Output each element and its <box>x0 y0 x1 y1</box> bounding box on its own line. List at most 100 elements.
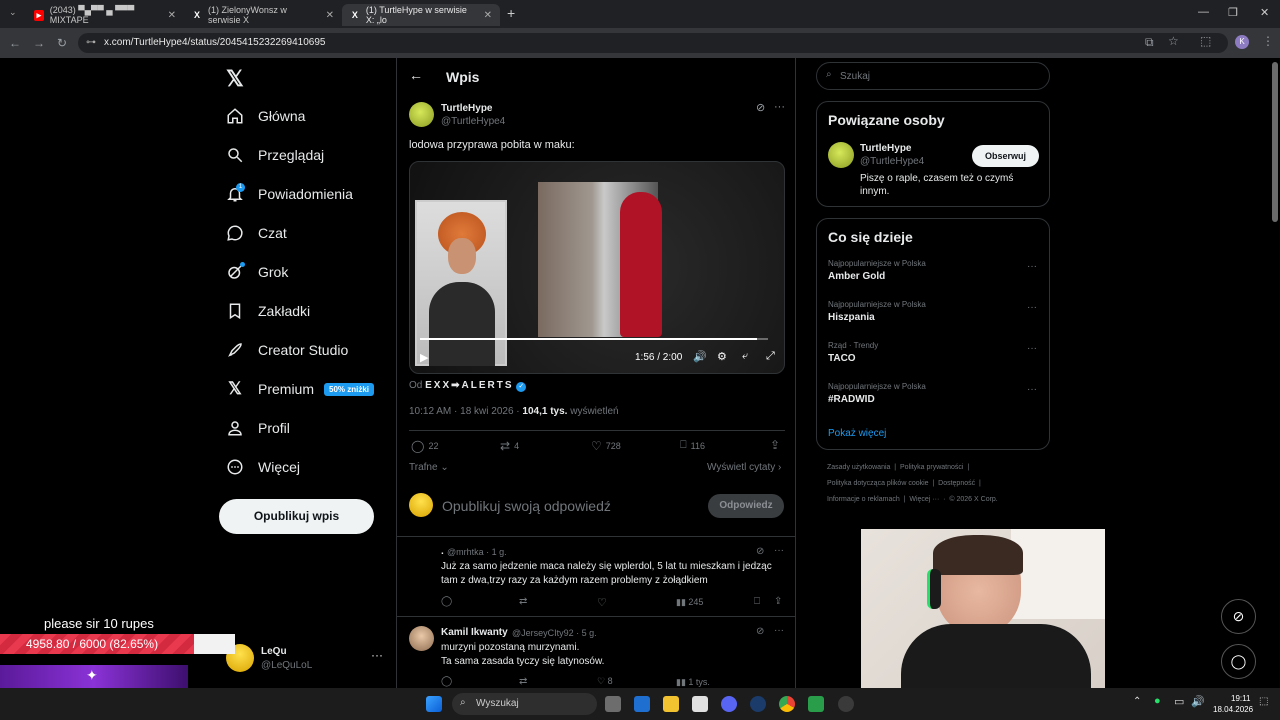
tab-youtube[interactable]: ▸ (2043) ▀▄▀▀ ▄ ▀▀▀ MIXTAPE ✕ <box>26 4 184 26</box>
reply-input[interactable]: Opublikuj swoją odpowiedź <box>442 498 611 514</box>
x-home-logo-icon[interactable]: 𝕏 <box>226 66 244 92</box>
network-icon[interactable]: ▭ <box>1174 695 1184 708</box>
back-arrow-icon[interactable]: ← <box>409 67 423 83</box>
nav-item-premium[interactable]: 𝕏 Premium 50% zniżki <box>226 374 375 404</box>
fullscreen-icon[interactable]: ⤢ <box>766 350 775 363</box>
chat-floating-button[interactable]: ◯ <box>1221 644 1256 679</box>
forward-icon[interactable]: → <box>33 36 45 50</box>
nav-item-bookmarks[interactable]: Zakładki <box>226 296 310 326</box>
repost-icon[interactable]: ⇄ <box>519 596 527 607</box>
address-bar[interactable]: ⊶ x.com/TurtleHype4/status/2045415232269… <box>78 33 1228 53</box>
obs-icon[interactable] <box>838 696 854 712</box>
play-icon[interactable]: ▶ <box>420 351 428 364</box>
show-more-link[interactable]: Pokaż więcej <box>828 428 886 439</box>
volume-icon[interactable]: 🔊 <box>693 350 707 363</box>
close-tab-icon[interactable]: ✕ <box>168 10 176 21</box>
footer-links[interactable]: Informacje o reklamach | Więcej ··· · © … <box>827 496 998 503</box>
taskbar-search[interactable]: ⌕ Wyszukaj <box>452 693 597 715</box>
reply-more-icon[interactable]: ··· <box>774 545 784 556</box>
grok-explain-icon[interactable]: ⊘ <box>756 101 765 114</box>
author-avatar[interactable] <box>409 102 434 127</box>
related-handle[interactable]: @TurtleHype4 <box>860 156 924 167</box>
grok-floating-button[interactable]: ⊘ <box>1221 599 1256 634</box>
site-info-icon[interactable]: ⊶ <box>86 33 96 53</box>
reply-icon[interactable]: ◯ <box>441 596 452 607</box>
nav-item-creator-studio[interactable]: Creator Studio <box>226 335 348 365</box>
extensions-icon[interactable]: ⬚ <box>1200 34 1211 48</box>
tab-list-chevron-icon[interactable]: ⌄ <box>9 7 17 18</box>
trend-item[interactable]: Najpopularniejsze w Polska #RADWID <box>828 382 926 405</box>
grok-explain-icon[interactable]: ⊘ <box>756 626 764 637</box>
menu-icon[interactable]: ⋮ <box>1262 34 1274 48</box>
account-switcher[interactable]: LeQu @LeQuLoL ··· <box>226 640 396 680</box>
nav-item-more[interactable]: Więcej <box>226 452 300 482</box>
back-icon[interactable]: ← <box>9 36 21 50</box>
reply-author-name[interactable]: . <box>441 546 444 557</box>
maximize-icon[interactable]: ❐ <box>1228 6 1238 19</box>
share-icon[interactable]: ⇪ <box>770 438 780 452</box>
related-name[interactable]: TurtleHype <box>860 143 912 154</box>
reply-author-name[interactable]: Kamil Ikwanty <box>441 627 508 638</box>
nav-item-explore[interactable]: Przeglądaj <box>226 140 324 170</box>
nav-item-profile[interactable]: Profil <box>226 413 290 443</box>
new-tab-icon[interactable]: + <box>507 5 515 21</box>
grok-explain-icon[interactable]: ⊘ <box>756 546 764 557</box>
related-avatar[interactable] <box>828 142 854 168</box>
task-view-icon[interactable] <box>605 696 621 712</box>
tab-x-turtlehype[interactable]: X (1) TurtleHype w serwisie X: „lo ✕ <box>342 4 500 26</box>
app-icon[interactable] <box>808 696 824 712</box>
video-source[interactable]: Od EXX➡ALERTS ✓ <box>409 380 527 392</box>
views-action[interactable]: ▮▮ 1 tys. <box>676 677 710 688</box>
close-tab-icon[interactable]: ✕ <box>484 10 492 21</box>
reply-icon[interactable]: ◯ <box>441 676 452 687</box>
trend-more-icon[interactable]: ··· <box>1027 261 1037 272</box>
nav-item-home[interactable]: Główna <box>226 101 305 131</box>
chrome-icon[interactable] <box>779 696 795 712</box>
reply-handle[interactable]: @JerseyCIty92 · 5 g. <box>512 628 597 638</box>
bookmark-star-icon[interactable]: ☆ <box>1168 34 1179 48</box>
reply-handle[interactable]: @mrhtka · 1 g. <box>447 547 507 557</box>
trend-more-icon[interactable]: ··· <box>1027 302 1037 313</box>
trend-item[interactable]: Najpopularniejsze w Polska Amber Gold <box>828 259 926 282</box>
source-name[interactable]: EXX➡ALERTS <box>425 380 513 391</box>
reply-more-icon[interactable]: ··· <box>774 625 784 636</box>
clock-date[interactable]: 18.04.2026 <box>1213 705 1253 714</box>
profile-avatar[interactable]: K <box>1235 35 1249 49</box>
repost-icon[interactable]: ⇄ <box>519 676 527 687</box>
nav-item-grok[interactable]: Grok <box>226 257 288 287</box>
repost-action[interactable]: ⇄ 4 <box>500 439 519 453</box>
trend-item[interactable]: Najpopularniejsze w Polska Hiszpania <box>828 300 926 323</box>
file-explorer-icon[interactable] <box>663 696 679 712</box>
trend-more-icon[interactable]: ··· <box>1027 384 1037 395</box>
outlook-icon[interactable] <box>634 696 650 712</box>
nav-item-notifications[interactable]: Powiadomienia 1 <box>226 179 353 209</box>
footer-links[interactable]: Polityka dotycząca plików cookie | Dostę… <box>827 480 981 487</box>
notifications-icon[interactable]: ⬚ <box>1259 696 1268 707</box>
settings-gear-icon[interactable]: ⚙ <box>717 350 727 363</box>
video-player[interactable]: ▶ 1:56 / 2:00 🔊 ⚙ ⤶ ⤢ <box>409 161 785 374</box>
close-window-icon[interactable]: ✕ <box>1260 6 1269 19</box>
reply-action[interactable]: ◯ 22 <box>411 439 438 453</box>
trend-more-icon[interactable]: ··· <box>1027 343 1037 354</box>
reply-avatar[interactable] <box>409 626 434 651</box>
views-action[interactable]: ▮▮ 245 <box>676 597 703 608</box>
close-tab-icon[interactable]: ✕ <box>326 10 334 21</box>
search-box[interactable]: ⌕ Szukaj <box>816 62 1050 90</box>
clock-time[interactable]: 19:11 <box>1231 694 1250 703</box>
trend-item[interactable]: Rząd · Trendy TACO <box>828 341 878 364</box>
post-timestamp[interactable]: 10:12 AM · 18 kwi 2026 · <box>409 406 522 417</box>
bookmark-icon[interactable]: ⎕ <box>754 596 760 607</box>
store-icon[interactable] <box>692 696 708 712</box>
nav-item-chat[interactable]: Czat <box>226 218 287 248</box>
steam-icon[interactable] <box>750 696 766 712</box>
bookmark-action[interactable]: ⎕ 116 <box>680 439 705 452</box>
reply-button[interactable]: Odpowiedz <box>708 494 784 518</box>
microphone-icon[interactable]: ● <box>1154 695 1161 707</box>
tray-chevron-icon[interactable]: ⌃ <box>1133 696 1141 707</box>
share-icon[interactable]: ⇪ <box>774 596 782 607</box>
like-action[interactable]: ♡ 728 <box>591 439 621 453</box>
discord-icon[interactable] <box>721 696 737 712</box>
volume-icon[interactable]: 🔊 <box>1191 695 1205 708</box>
like-action[interactable]: ♡ 8 <box>597 676 613 687</box>
author-name[interactable]: TurtleHype <box>441 103 493 114</box>
